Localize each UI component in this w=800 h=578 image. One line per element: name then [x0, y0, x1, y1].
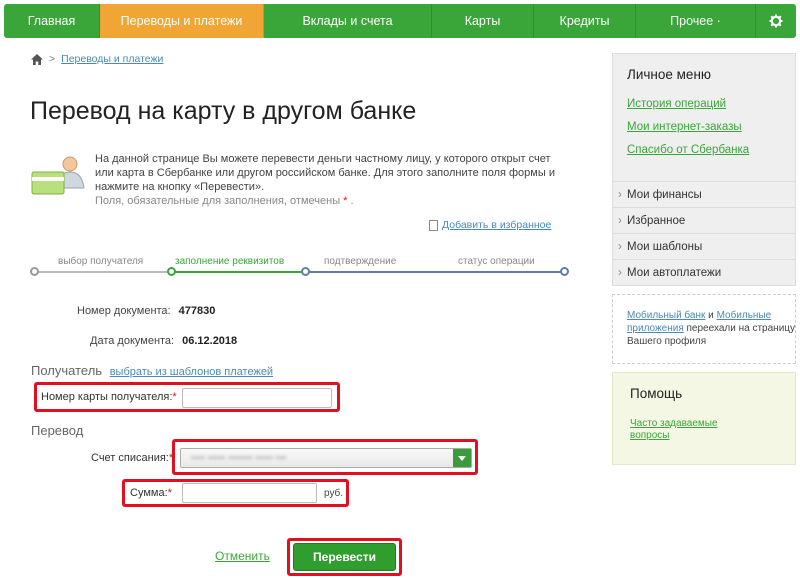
- required-asterisk: *: [167, 487, 172, 499]
- menu-my-templates[interactable]: Мои шаблоны: [613, 233, 795, 260]
- account-label: Счет списания:*: [91, 452, 173, 464]
- templates-link[interactable]: выбрать из шаблонов платежей: [110, 366, 273, 378]
- faq-link[interactable]: Часто задаваемые вопросы: [630, 418, 740, 442]
- add-favorite-link[interactable]: Добавить в избранное: [442, 219, 551, 231]
- card-number-label-text: Номер карты получателя:: [41, 391, 173, 403]
- step-dot-2: [301, 267, 310, 276]
- card-number-input[interactable]: [182, 388, 332, 408]
- required-asterisk: *: [168, 452, 174, 464]
- document-number-label: Номер документа:: [77, 305, 171, 317]
- card-number-label: Номер карты получателя:*: [41, 391, 177, 403]
- nav-home[interactable]: Главная: [4, 4, 100, 38]
- recipient-section: Получатель выбрать из шаблонов платежей: [31, 363, 273, 378]
- chevron-down-icon: [453, 449, 471, 467]
- transfer-title: Перевод: [31, 423, 84, 438]
- mobile-bank-link[interactable]: Мобильный банк: [627, 310, 705, 321]
- top-nav: Главная Переводы и платежи Вклады и счет…: [4, 4, 796, 38]
- nav-other-label: Прочее: [670, 14, 714, 28]
- document-date: Дата документа: 06.12.2018: [90, 335, 237, 347]
- bookmark-icon: [429, 219, 438, 231]
- nav-cards[interactable]: Карты: [432, 4, 534, 38]
- nav-other[interactable]: Прочее ·: [636, 4, 756, 38]
- mobile-note-and: и: [705, 310, 717, 321]
- link-operations-history[interactable]: История операций: [627, 98, 726, 110]
- cancel-link[interactable]: Отменить: [215, 549, 270, 563]
- document-date-label: Дата документа:: [90, 335, 175, 347]
- breadcrumb-separator: >: [49, 53, 56, 65]
- account-select[interactable]: •••• ••••• ••••••• ••••• •••: [180, 448, 472, 468]
- step-line-active: [171, 271, 305, 273]
- help-title: Помощь: [630, 386, 683, 401]
- dropdown-marker: ·: [716, 14, 721, 28]
- step-label-2: заполнение реквизитов: [175, 256, 285, 267]
- required-note: Поля, обязательные для заполнения, отмеч…: [95, 195, 341, 207]
- home-icon[interactable]: [31, 53, 43, 65]
- document-date-value: 06.12.2018: [182, 335, 238, 347]
- step-line-done: [34, 271, 171, 273]
- step-line-pending: [305, 271, 564, 273]
- personal-menu: Личное меню История операций Мои интерне…: [612, 53, 796, 286]
- menu-my-finances[interactable]: Мои финансы: [613, 181, 795, 208]
- account-label-text: Счет списания:: [91, 452, 169, 464]
- nav-transfers[interactable]: Переводы и платежи: [100, 4, 264, 38]
- info-text: На данной странице Вы можете перевести д…: [95, 152, 565, 208]
- personal-menu-title: Личное меню: [627, 67, 712, 82]
- nav-credits[interactable]: Кредиты: [534, 4, 636, 38]
- info-description: На данной странице Вы можете перевести д…: [95, 153, 555, 193]
- progress-steps: выбор получателя заполнение реквизитов п…: [30, 256, 570, 280]
- link-spasibo[interactable]: Спасибо от Сбербанка: [627, 144, 749, 156]
- page-title: Перевод на карту в другом банке: [30, 97, 417, 125]
- amount-label-text: Сумма:: [130, 487, 168, 499]
- document-number-value: 477830: [178, 305, 216, 317]
- mobile-note: Мобильный банк и Мобильные приложения пе…: [612, 294, 796, 364]
- step-dot-start: [30, 267, 39, 276]
- link-internet-orders[interactable]: Мои интернет-заказы: [627, 121, 742, 133]
- gear-icon: [769, 14, 783, 28]
- recipient-title: Получатель: [31, 363, 103, 378]
- step-label-1: выбор получателя: [58, 256, 144, 267]
- document-number: Номер документа: 477830: [77, 305, 215, 317]
- nav-deposits[interactable]: Вклады и счета: [264, 4, 432, 38]
- step-dot-1: [167, 267, 176, 276]
- user-card-icon: [31, 156, 85, 195]
- account-select-value: •••• ••••• ••••••• ••••• •••: [191, 452, 287, 464]
- add-favorite[interactable]: Добавить в избранное: [429, 219, 551, 231]
- required-asterisk: *: [343, 195, 348, 207]
- step-dot-end: [560, 267, 569, 276]
- required-asterisk: *: [172, 391, 177, 403]
- required-note-suffix: .: [350, 195, 354, 207]
- amount-label: Сумма:*: [130, 487, 172, 499]
- menu-my-autopayments[interactable]: Мои автоплатежи: [613, 259, 795, 286]
- help-box: Помощь Часто задаваемые вопросы: [612, 372, 796, 465]
- step-label-4: статус операции: [458, 256, 535, 267]
- breadcrumb: > Переводы и платежи: [31, 53, 163, 65]
- submit-button[interactable]: Перевести: [293, 543, 396, 571]
- breadcrumb-link-transfers[interactable]: Переводы и платежи: [61, 53, 163, 65]
- nav-settings[interactable]: [756, 4, 796, 38]
- step-label-3: подтверждение: [324, 256, 397, 267]
- currency-label: руб.: [324, 488, 344, 499]
- amount-input[interactable]: [182, 483, 317, 503]
- menu-favorites[interactable]: Избранное: [613, 207, 795, 234]
